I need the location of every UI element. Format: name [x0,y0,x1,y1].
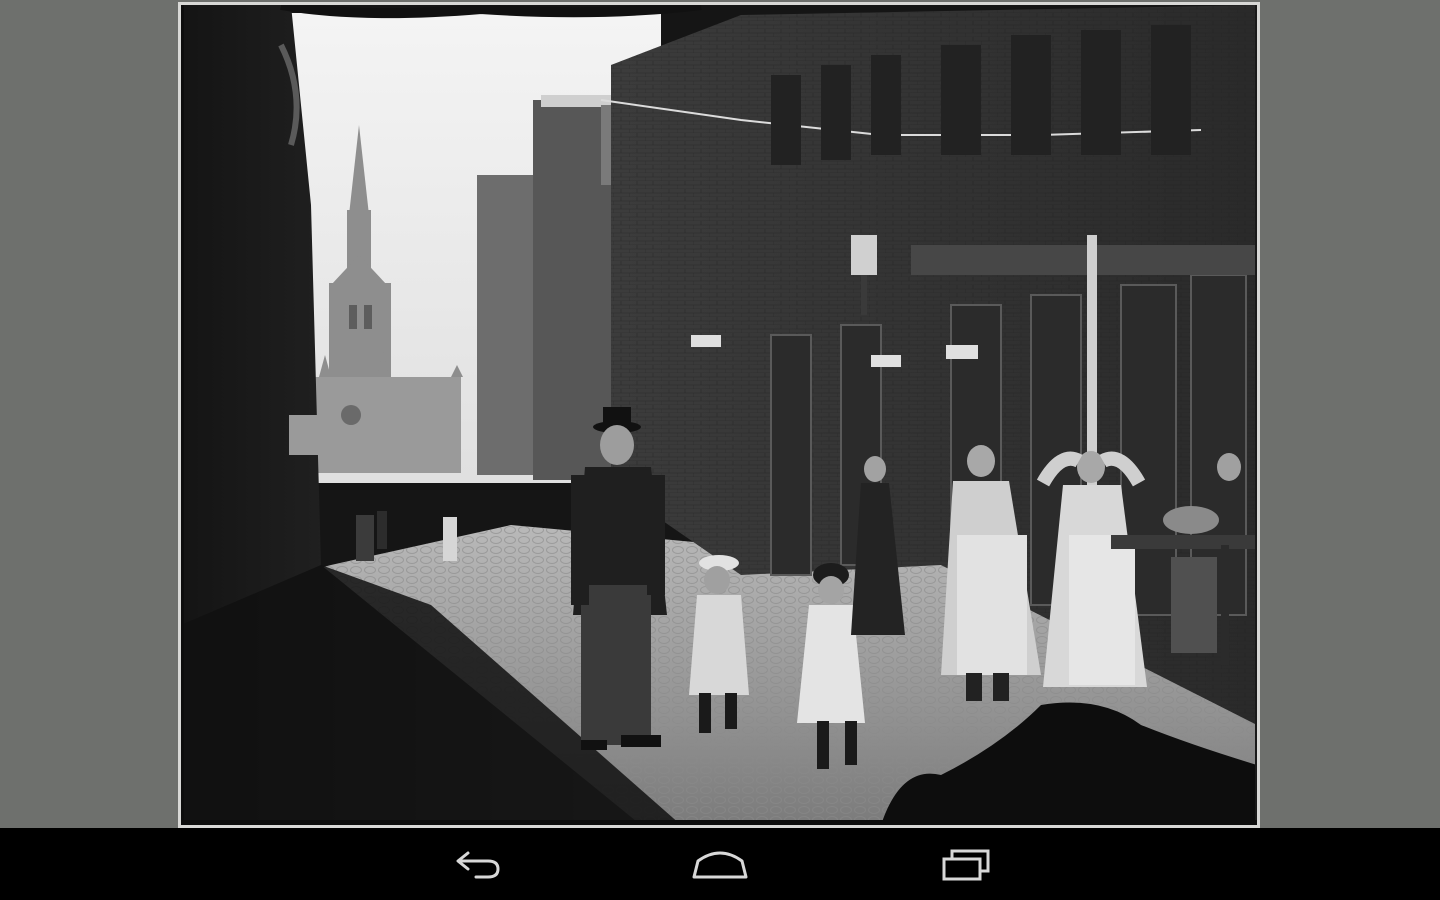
street-photo[interactable] [181,5,1257,825]
recent-apps-icon [942,849,990,881]
recent-apps-button[interactable] [918,838,1014,890]
back-icon [456,851,500,879]
back-button[interactable] [430,838,526,890]
image-viewer [0,0,1440,828]
home-button[interactable] [672,838,768,890]
photo-frame[interactable] [178,2,1260,828]
home-icon [692,851,748,879]
system-navigation-bar [0,828,1440,900]
